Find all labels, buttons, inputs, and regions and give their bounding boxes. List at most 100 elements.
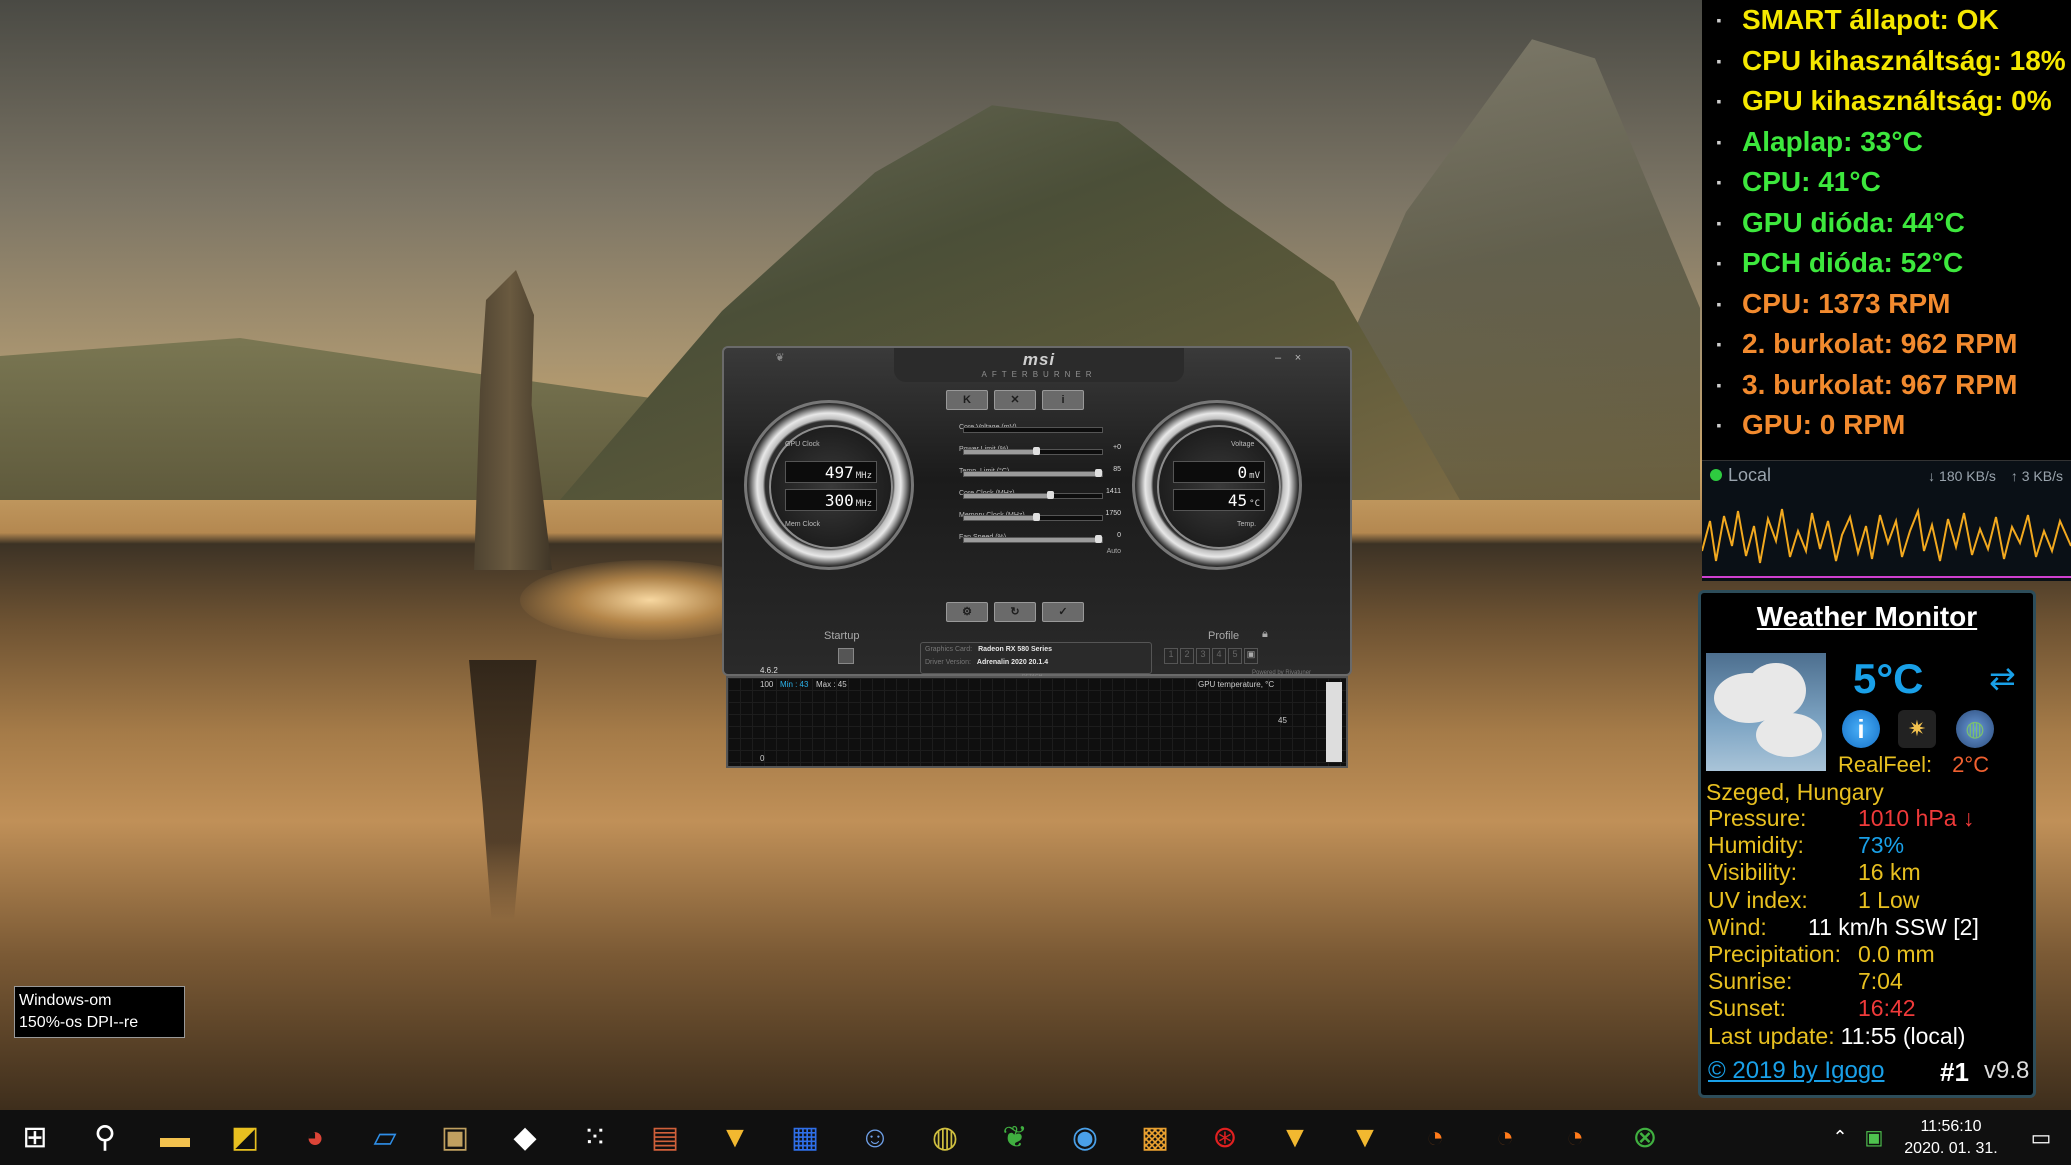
slider-temp-limit[interactable]: Temp. Limit (°C) 85 (959, 460, 1121, 482)
copyright-link[interactable]: © 2019 by Igogo (1708, 1057, 1884, 1084)
weather-row: Last update: 11:55 (local) (1708, 1023, 1979, 1050)
weather-details: Pressure: 1010 hPa ↓ Humidity: 73% Visibilit… (1708, 805, 1979, 1050)
fan-auto-toggle[interactable]: Auto (959, 548, 1121, 555)
settings-gear-button[interactable]: ⚙ (946, 602, 988, 622)
close-button[interactable]: × (1290, 352, 1306, 364)
windows-start-icon[interactable]: ⊞ (0, 1110, 70, 1165)
apply-button[interactable]: ✓ (1042, 602, 1084, 622)
firefox-icon[interactable]: ◔ (1470, 1110, 1540, 1165)
notification-center-icon[interactable]: ▭ (2011, 1125, 2071, 1151)
case-icon: ▪ (1716, 336, 1722, 353)
weather-row-value: 7:04 (1858, 968, 1903, 995)
profile-slot-4[interactable]: 4 (1212, 648, 1226, 664)
sensor-row: ▪ GPU kihasználtság: 0% (1702, 81, 2071, 122)
gpu-icon: ▪ (1716, 214, 1722, 231)
sensor-row: ▪ GPU: 0 RPM (1702, 405, 2071, 446)
case-icon: ▪ (1716, 376, 1722, 393)
slider-memory-clock[interactable]: Memory Clock (MHz) 1750 (959, 504, 1121, 526)
photo-viewer-icon[interactable]: ▣ (420, 1110, 490, 1165)
clock-app-icon[interactable]: ◍ (910, 1110, 980, 1165)
sensor-row: ▪ CPU kihasználtság: 18% (1702, 41, 2071, 82)
film-icon[interactable]: ▩ (1120, 1110, 1190, 1165)
weather-row-value: 1010 hPa ↓ (1858, 805, 1975, 831)
drive-icon: ▪ (1716, 12, 1722, 29)
pizza-icon[interactable]: ▼ (1260, 1110, 1330, 1165)
chevron-up-icon[interactable]: ⌃ (1823, 1127, 1857, 1148)
info-icon[interactable]: i (1842, 710, 1880, 748)
afterburner-icon[interactable]: ⊛ (1190, 1110, 1260, 1165)
search-icon[interactable]: ⚲ (70, 1110, 140, 1165)
profile-lock-icon[interactable]: 🔒︎ (1262, 628, 1268, 641)
chip-icon: ▪ (1716, 255, 1722, 272)
refresh-icon[interactable]: ⇄ (1989, 659, 2016, 697)
gpu-info-panel: Graphics Card: Radeon RX 580 Series Drive… (920, 642, 1152, 674)
sensor-text: Alaplap: 33°C (1742, 125, 1923, 157)
weather-row-key: Visibility: (1708, 859, 1798, 886)
afterburner-header[interactable]: msi AFTERBURNER (894, 348, 1184, 382)
startup-windows-button[interactable] (838, 648, 854, 664)
slider-core-clock[interactable]: Core Clock (MHz) 1411 (959, 482, 1121, 504)
taskbar-apps: ⊞ ⚲ ▬ ◩ ◕ ▱ ▣ ◆ ⁙ ▤ ▼ ▦ ☺ ◍ ❦ ◉ ▩ ⊛ ▼ ▼ ◔ ◔ ◔ ⊗ (0, 1110, 1680, 1165)
file-explorer-icon[interactable]: ▬ (140, 1110, 210, 1165)
weather-temperature: 5°C (1853, 655, 1924, 702)
slider-power-limit[interactable]: Power Limit (%) +0 (959, 438, 1121, 460)
save-profile-icon[interactable]: ▣ (1244, 648, 1258, 664)
pizza-icon[interactable]: ▼ (700, 1110, 770, 1165)
profile-label: Profile (1208, 630, 1240, 642)
globe-icon[interactable]: ◍ (1956, 710, 1994, 748)
firefox-icon[interactable]: ◔ (1400, 1110, 1470, 1165)
slider-fan-speed[interactable]: Fan Speed (%) 0 (959, 526, 1121, 548)
archive-icon[interactable]: ▤ (630, 1110, 700, 1165)
fox-icon[interactable]: ◆ (490, 1110, 560, 1165)
weather-row: Wind: 11 km/h SSW [2] (1708, 914, 1979, 941)
dots-grid-icon[interactable]: ⁙ (560, 1110, 630, 1165)
weather-row: Sunrise: 7:04 (1708, 968, 1979, 995)
sun-icon[interactable]: ✷ (1898, 710, 1936, 748)
chat-icon[interactable]: ◉ (1050, 1110, 1120, 1165)
sensor-row: ▪ SMART állapot: OK (1702, 0, 2071, 41)
firefox-icon[interactable]: ◔ (1540, 1110, 1610, 1165)
reset-button[interactable]: ↻ (994, 602, 1036, 622)
weather-footer: © 2019 by Igogo #1 v9.8 (1708, 1057, 2030, 1087)
network-tray-icon[interactable]: ▣ (1857, 1125, 1891, 1150)
graph-ymin: 0 (760, 754, 765, 763)
user-icon[interactable]: ☺ (840, 1110, 910, 1165)
sensor-text: PCH dióda: 52°C (1742, 247, 1964, 279)
xbox-icon[interactable]: ⊗ (1610, 1110, 1680, 1165)
network-monitor: Local ↓ 180 KB/s ↑ 3 KB/s (1702, 460, 2071, 581)
graph-scrollbar[interactable] (1326, 682, 1342, 762)
weather-row-key: Precipitation: (1708, 940, 1841, 967)
profile-slot-5[interactable]: 5 (1228, 648, 1242, 664)
weather-monitor: Weather Monitor 5°C ⇄ i ✷ ◍ RealFeel: 2°C… (1698, 590, 2036, 1098)
system-tray: ⌃ ▣ 11:56:10 2020. 01. 31. ▭ (1823, 1110, 2071, 1165)
graph-title: GPU temperature, °C (1198, 680, 1275, 689)
sensor-text: GPU dióda: 44°C (1742, 206, 1965, 238)
weather-row: Pressure: 1010 hPa ↓ (1708, 805, 1979, 832)
profile-slot-2[interactable]: 2 (1180, 648, 1194, 664)
afterburner-window[interactable]: msi AFTERBURNER – × ❦ GPU Clock 497 MHz 3… (722, 346, 1352, 768)
app-yellow-blue-icon[interactable]: ◩ (210, 1110, 280, 1165)
minimize-button[interactable]: – (1270, 352, 1286, 364)
media-icon[interactable]: ▦ (770, 1110, 840, 1165)
sensor-text: 2. burkolat: 962 RPM (1742, 328, 2018, 360)
taskbar-clock[interactable]: 11:56:10 2020. 01. 31. (1891, 1116, 2011, 1160)
sensor-row: ▪ CPU: 1373 RPM (1702, 284, 2071, 325)
scanner-icon[interactable]: ▱ (350, 1110, 420, 1165)
k-boost-button[interactable]: K (946, 390, 988, 410)
network-down: ↓ 180 KB/s (1928, 468, 1996, 484)
weather-row-value: 16:42 (1858, 995, 1916, 1022)
network-graph (1702, 507, 2071, 578)
pizza-icon[interactable]: ▼ (1330, 1110, 1400, 1165)
slider-core-voltage[interactable]: Core Voltage (mV) (959, 416, 1121, 438)
weather-title: Weather Monitor (1756, 601, 1978, 632)
chrome-icon[interactable]: ◕ (280, 1110, 350, 1165)
version-label: 4.6.2 (760, 666, 778, 675)
weather-row-key: Humidity: (1708, 832, 1804, 859)
msi-logo: msi (1022, 350, 1056, 369)
sensor-text: CPU: 41°C (1742, 166, 1881, 198)
profile-slot-1[interactable]: 1 (1164, 648, 1178, 664)
oc-scanner-button[interactable]: ✕ (994, 390, 1036, 410)
leaf-icon[interactable]: ❦ (980, 1110, 1050, 1165)
profile-slot-3[interactable]: 3 (1196, 648, 1210, 664)
info-button[interactable]: i (1042, 390, 1084, 410)
